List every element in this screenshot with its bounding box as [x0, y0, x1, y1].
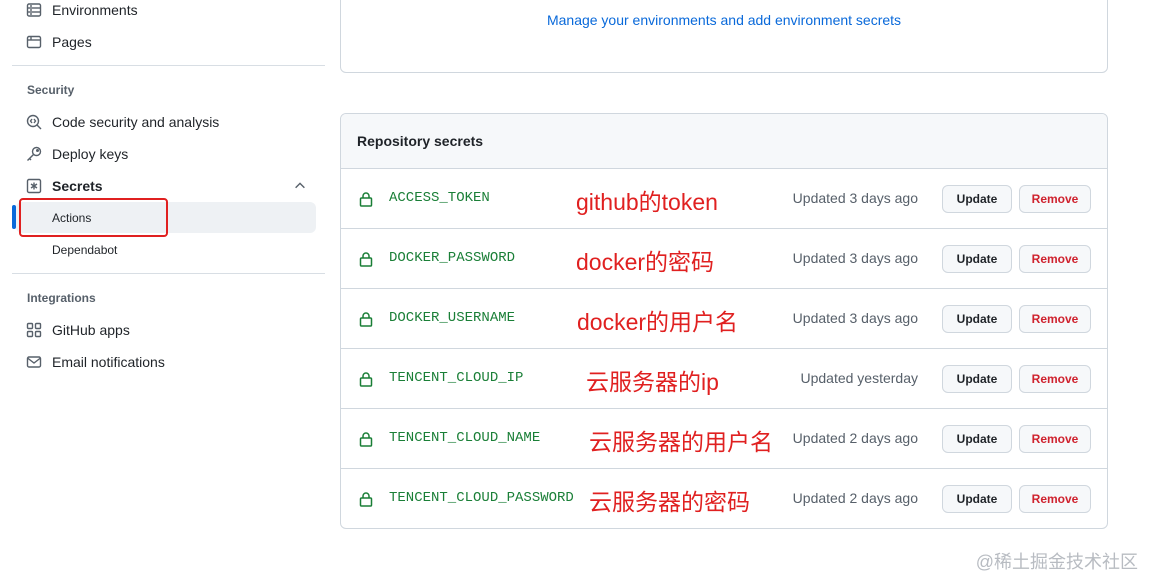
- sidebar-item-environments[interactable]: Environments: [24, 0, 138, 22]
- sidebar-item-label: Environments: [52, 2, 138, 18]
- annotation-note: 云服务器的密码: [589, 489, 750, 515]
- secret-name: ACCESS_TOKEN: [389, 190, 490, 206]
- annotation-highlight-box: [19, 198, 168, 237]
- sidebar-item-label: Pages: [52, 34, 92, 50]
- annotation-note: github的token: [576, 189, 718, 215]
- updated-time: Updated 2 days ago: [792, 430, 918, 446]
- secret-name: TENCENT_CLOUD_NAME: [389, 430, 541, 446]
- watermark: @稀土掘金技术社区: [975, 552, 1138, 572]
- server-icon: [24, 0, 44, 20]
- apps-icon: [24, 320, 44, 340]
- updated-time: Updated 3 days ago: [792, 310, 918, 326]
- sidebar-item-label: Email notifications: [52, 354, 165, 370]
- section-title-security: Security: [27, 83, 75, 97]
- secret-name: TENCENT_CLOUD_PASSWORD: [389, 490, 574, 506]
- annotation-note: 云服务器的用户名: [589, 429, 773, 455]
- lock-icon: [359, 312, 373, 327]
- active-item-indicator: [12, 205, 16, 229]
- update-button[interactable]: Update: [942, 245, 1012, 273]
- sidebar-item-label: Code security and analysis: [52, 114, 220, 130]
- secret-row: TENCENT_CLOUD_IP 云服务器的ip Updated yesterd…: [341, 349, 1107, 409]
- sidebar-item-secrets[interactable]: Secrets: [24, 174, 103, 198]
- remove-button[interactable]: Remove: [1019, 245, 1091, 273]
- update-button[interactable]: Update: [942, 185, 1012, 213]
- annotation-note: docker的用户名: [577, 309, 739, 335]
- update-button[interactable]: Update: [942, 305, 1012, 333]
- updated-time: Updated 3 days ago: [792, 250, 918, 266]
- environments-card: Manage your environments and add environ…: [340, 0, 1108, 73]
- chevron-up-icon[interactable]: [293, 179, 307, 193]
- secret-row: DOCKER_PASSWORD docker的密码 Updated 3 days…: [341, 229, 1107, 289]
- browser-icon: [24, 32, 44, 52]
- section-title-integrations: Integrations: [27, 291, 96, 305]
- sidebar-item-pages[interactable]: Pages: [24, 30, 92, 54]
- update-button[interactable]: Update: [942, 485, 1012, 513]
- updated-time: Updated 3 days ago: [792, 190, 918, 206]
- update-button[interactable]: Update: [942, 425, 1012, 453]
- secret-row: ACCESS_TOKEN github的token Updated 3 days…: [341, 169, 1107, 229]
- sidebar-divider: [12, 273, 325, 274]
- lock-icon: [359, 432, 373, 447]
- manage-environments-link[interactable]: Manage your environments and add environ…: [341, 12, 1107, 28]
- lock-icon: [359, 492, 373, 507]
- sidebar-item-email-notifications[interactable]: Email notifications: [24, 350, 165, 374]
- sidebar-item-label: Deploy keys: [52, 146, 129, 162]
- sidebar-divider: [12, 65, 325, 66]
- lock-icon: [359, 192, 373, 207]
- secret-row: TENCENT_CLOUD_PASSWORD 云服务器的密码 Updated 2…: [341, 469, 1107, 528]
- asterisk-icon: [24, 176, 44, 196]
- secret-row: DOCKER_USERNAME docker的用户名 Updated 3 day…: [341, 289, 1107, 349]
- remove-button[interactable]: Remove: [1019, 485, 1091, 513]
- secret-name: TENCENT_CLOUD_IP: [389, 370, 524, 386]
- remove-button[interactable]: Remove: [1019, 425, 1091, 453]
- secret-name: DOCKER_USERNAME: [389, 310, 516, 326]
- mail-icon: [24, 352, 44, 372]
- settings-sidebar: Environments Pages Security Code securit…: [0, 0, 330, 588]
- secret-name: DOCKER_PASSWORD: [389, 250, 516, 266]
- sidebar-item-github-apps[interactable]: GitHub apps: [24, 318, 130, 342]
- key-icon: [24, 144, 44, 164]
- repository-secrets-panel: Repository secrets ACCESS_TOKEN github的t…: [340, 113, 1108, 529]
- annotation-note: docker的密码: [576, 249, 715, 275]
- remove-button[interactable]: Remove: [1019, 365, 1091, 393]
- remove-button[interactable]: Remove: [1019, 305, 1091, 333]
- codescan-icon: [24, 112, 44, 132]
- sidebar-item-label: Secrets: [52, 178, 103, 194]
- updated-time: Updated yesterday: [800, 370, 918, 386]
- sidebar-item-label: GitHub apps: [52, 322, 130, 338]
- sidebar-subitem-dependabot[interactable]: Dependabot: [52, 243, 117, 257]
- remove-button[interactable]: Remove: [1019, 185, 1091, 213]
- panel-title: Repository secrets: [341, 114, 1107, 169]
- annotation-note: 云服务器的ip: [586, 369, 719, 395]
- sidebar-item-deploy-keys[interactable]: Deploy keys: [24, 142, 128, 166]
- lock-icon: [359, 252, 373, 267]
- sidebar-item-code-security[interactable]: Code security and analysis: [24, 110, 219, 134]
- lock-icon: [359, 372, 373, 387]
- updated-time: Updated 2 days ago: [792, 490, 918, 506]
- secret-row: TENCENT_CLOUD_NAME 云服务器的用户名 Updated 2 da…: [341, 409, 1107, 469]
- update-button[interactable]: Update: [942, 365, 1012, 393]
